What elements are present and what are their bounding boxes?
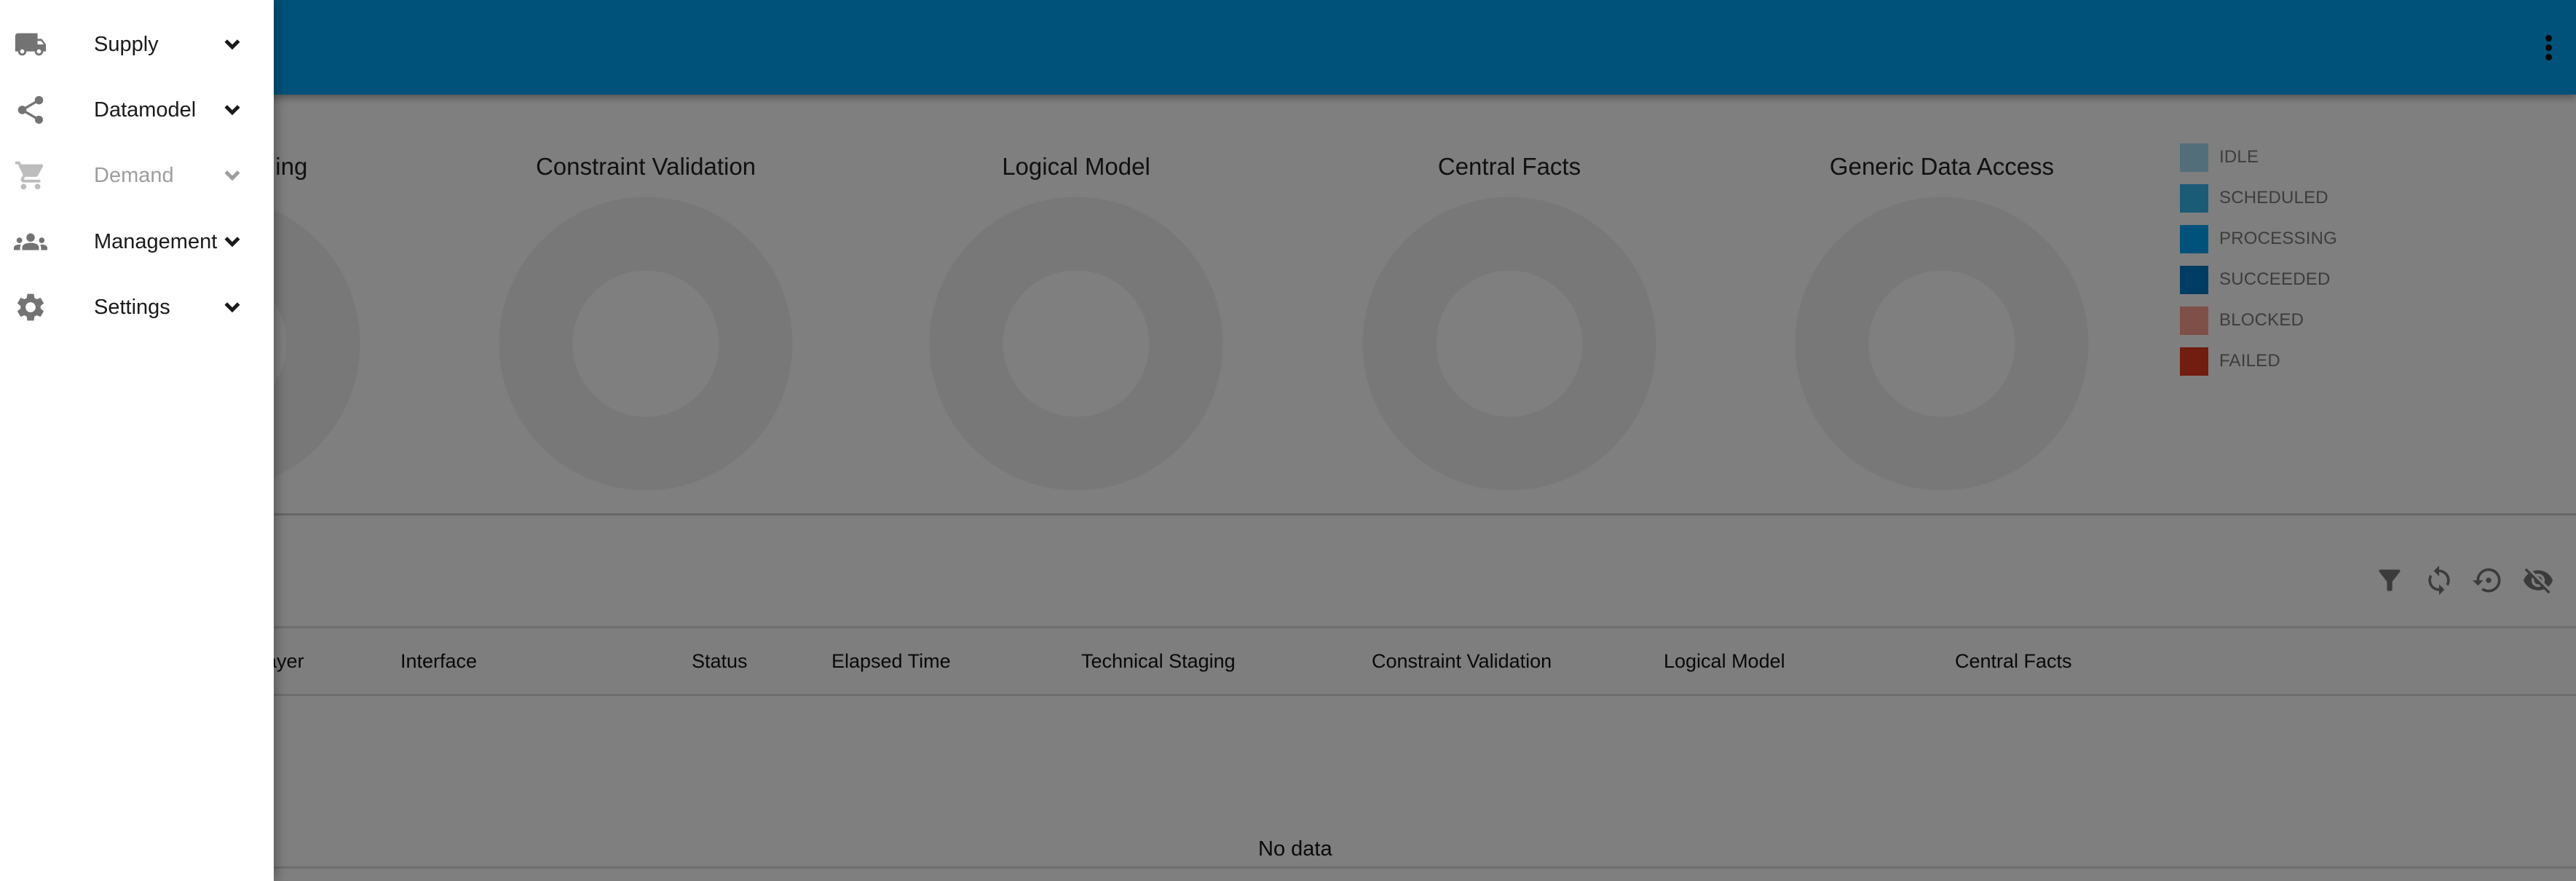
share-icon (13, 92, 48, 127)
sidebar-item-supply[interactable]: Supply (0, 12, 274, 77)
sidebar-item-label: Datamodel (94, 98, 197, 122)
cart-icon (13, 158, 48, 193)
sidebar-item-settings[interactable]: Settings (0, 274, 274, 340)
chevron-down-icon (221, 231, 243, 253)
gear-icon (13, 290, 48, 325)
sidebar-item-label: Supply (94, 32, 159, 56)
chevron-down-icon (221, 99, 243, 121)
chevron-down-icon (221, 296, 243, 318)
sidebar-item-label: Settings (94, 295, 170, 319)
sidebar-item-demand[interactable]: Demand (0, 143, 274, 208)
groups-icon (13, 224, 48, 259)
truck-icon (13, 27, 48, 62)
sidebar-item-label: Demand (94, 163, 174, 187)
navigation-drawer: Supply Datamodel Demand Management Setti… (0, 0, 274, 881)
drawer-backdrop[interactable] (0, 0, 2576, 881)
sidebar-item-datamodel[interactable]: Datamodel (0, 77, 274, 143)
chevron-down-icon (221, 165, 243, 186)
sidebar-item-label: Management (94, 229, 218, 253)
sidebar-item-management[interactable]: Management (0, 209, 274, 274)
chevron-down-icon (221, 33, 243, 55)
